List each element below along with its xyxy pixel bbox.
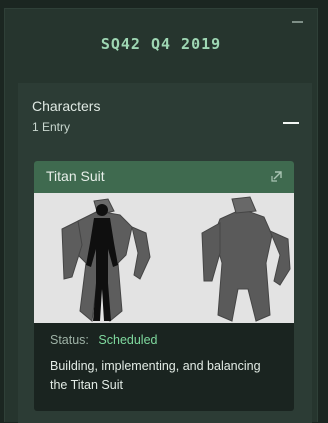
- status-label: Status:: [50, 333, 89, 347]
- card-title[interactable]: Titan Suit: [46, 168, 105, 184]
- category-entry-count: 1 Entry: [32, 120, 71, 134]
- quarter-title: SQ42 Q4 2019: [100, 35, 222, 53]
- titan-suit-image: [34, 193, 294, 323]
- status-row: Status: Scheduled: [50, 333, 157, 347]
- roadmap-card-titan-suit[interactable]: Titan Suit Status: Scheduled Building, i…: [34, 161, 294, 411]
- card-description: Building, implementing, and balancing th…: [50, 359, 261, 392]
- card-header[interactable]: Titan Suit: [34, 161, 294, 193]
- collapse-category-icon[interactable]: [283, 122, 299, 124]
- quarter-panel: SQ42 Q4 2019 Characters 1 Entry Titan Su…: [4, 8, 318, 423]
- collapse-quarter-icon[interactable]: [292, 21, 303, 23]
- external-link-icon[interactable]: [271, 171, 282, 182]
- status-value: Scheduled: [98, 333, 158, 347]
- category-section-characters: Characters 1 Entry Titan Suit Status: Sc…: [18, 83, 312, 423]
- category-title[interactable]: Characters: [32, 98, 100, 114]
